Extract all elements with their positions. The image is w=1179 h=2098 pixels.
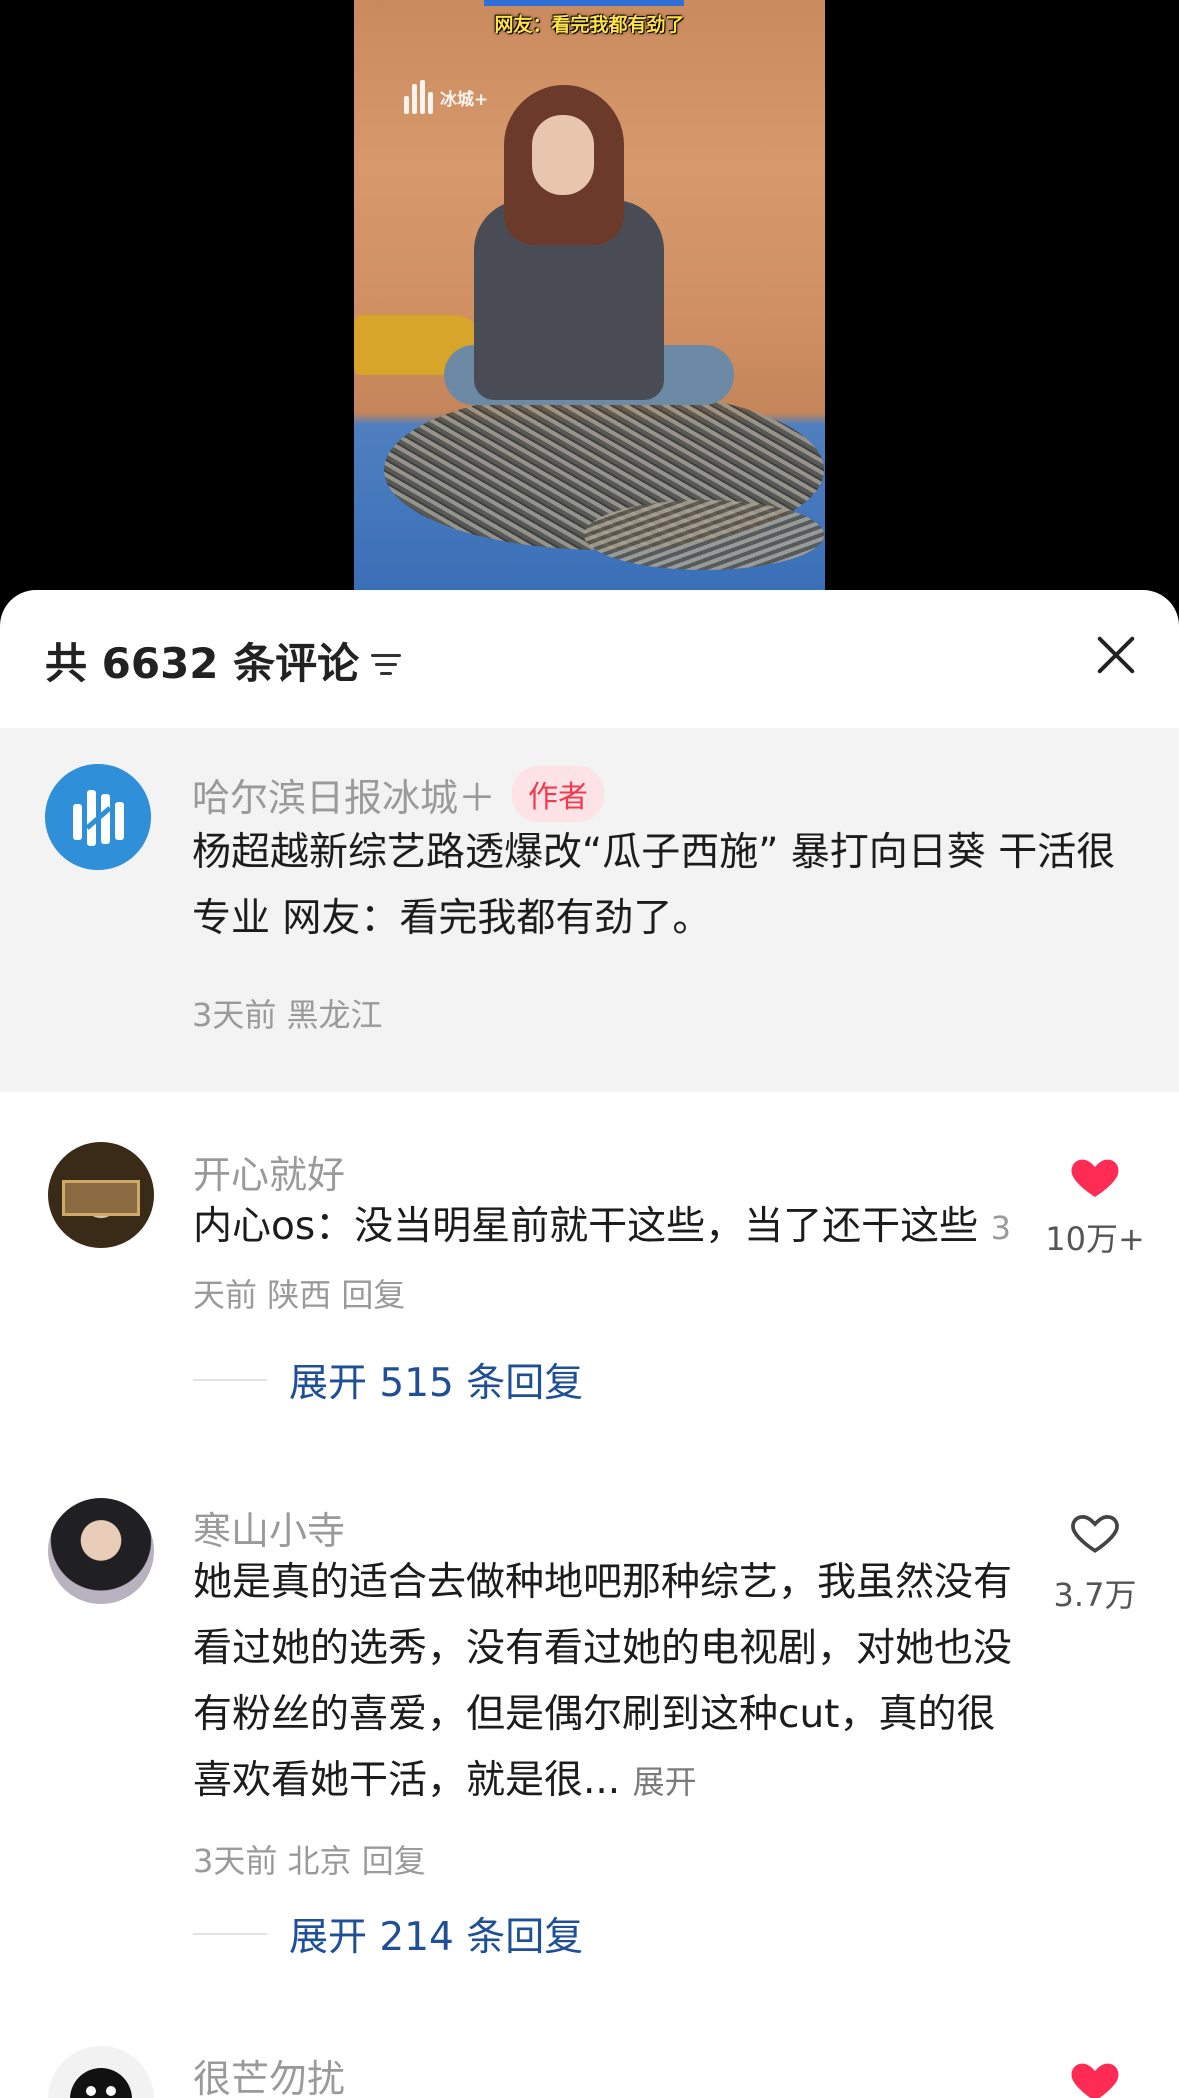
comments-sheet: 共 6632 条评论 哈尔滨日报冰城＋ 作者 杨超越新综艺路透爆改“瓜子西施” … xyxy=(0,590,1179,2098)
author-post-meta: 3天前 黑龙江 xyxy=(192,990,383,1036)
avatar-image xyxy=(70,2068,132,2098)
comment-body: 内心os：没当明星前就干这些，当了还干这些 xyxy=(193,1204,979,1249)
video-caption: 网友：看完我都有劲了 xyxy=(494,14,685,36)
comment-item[interactable]: 开心就好 内心os：没当明星前就干这些，当了还干这些 3天前 陕西 回复 10万… xyxy=(0,1142,1179,1442)
comment-count-label: 共 6632 条评论 xyxy=(45,639,360,688)
expand-replies-label: 展开 515 条回复 xyxy=(289,1361,584,1406)
video-frame[interactable]: 网友：看完我都有劲了 冰城+ xyxy=(354,0,825,590)
comments-header: 共 6632 条评论 xyxy=(0,590,1179,728)
watermark-text: 冰城+ xyxy=(440,89,489,110)
video-player[interactable]: 网友：看完我都有劲了 冰城+ xyxy=(0,0,1179,600)
comment-meta: 3天前 北京 回复 xyxy=(193,1836,426,1882)
comment-location: 北京 xyxy=(287,1842,352,1880)
author-post-text: 杨超越新综艺路透爆改“瓜子西施” 暴打向日葵 干活很专业 网友：看完我都有劲了。 xyxy=(192,830,1116,941)
video-sunflower-seeds-pile xyxy=(584,500,824,570)
expand-replies-button[interactable]: 展开 214 条回复 xyxy=(193,1906,583,1962)
comment-text: 内心os：没当明星前就干这些，当了还干这些 3天前 陕西 回复 xyxy=(193,1194,1023,1328)
watermark-logo-icon xyxy=(404,80,434,114)
comment-count[interactable]: 共 6632 条评论 xyxy=(45,630,405,691)
bingcheng-logo-icon xyxy=(45,764,151,870)
video-person-face xyxy=(532,115,594,195)
expand-text-button[interactable]: 展开 xyxy=(633,1763,697,1801)
author-badge: 作者 xyxy=(512,766,605,822)
avatar-image xyxy=(62,1180,140,1216)
comment-item[interactable]: 很芒勿扰 xyxy=(0,2046,1179,2098)
commenter-avatar[interactable] xyxy=(48,2046,154,2098)
commenter-username[interactable]: 开心就好 xyxy=(193,1144,345,1199)
like-button[interactable] xyxy=(1045,2046,1145,2098)
like-count: 3.7万 xyxy=(1053,1576,1137,1614)
commenter-username[interactable]: 很芒勿扰 xyxy=(193,2048,345,2098)
avatar-eye xyxy=(106,2086,116,2096)
comment-item[interactable]: 寒山小寺 她是真的适合去做种地吧那种综艺，我虽然没有看过她的选秀，没有看过她的电… xyxy=(0,1498,1179,1968)
author-username[interactable]: 哈尔滨日报冰城＋ 作者 xyxy=(192,766,605,822)
commenter-avatar[interactable] xyxy=(48,1498,154,1604)
comment-text: 她是真的适合去做种地吧那种综艺，我虽然没有看过她的选秀，没有看过她的电视剧，对她… xyxy=(193,1550,1023,1815)
like-button[interactable]: 3.7万 xyxy=(1045,1498,1145,1616)
heart-filled-icon xyxy=(1071,1159,1119,1197)
close-icon[interactable] xyxy=(1093,632,1139,678)
author-username-text: 哈尔滨日报冰城＋ xyxy=(192,775,497,820)
like-button[interactable]: 10万+ xyxy=(1045,1142,1145,1260)
comment-body: 她是真的适合去做种地吧那种综艺，我虽然没有看过她的选秀，没有看过她的电视剧，对她… xyxy=(193,1560,1013,1803)
heart-filled-icon xyxy=(1071,2063,1119,2098)
author-avatar[interactable] xyxy=(45,764,151,870)
sort-filter-icon[interactable] xyxy=(371,648,405,678)
heart-outline-icon xyxy=(1071,1514,1119,1553)
author-post-location: 黑龙江 xyxy=(286,996,383,1034)
commenter-username[interactable]: 寒山小寺 xyxy=(193,1500,345,1555)
expand-divider xyxy=(193,1933,267,1935)
comment-location: 陕西 xyxy=(267,1276,332,1314)
video-watermark: 冰城+ xyxy=(404,80,488,114)
author-post[interactable]: 哈尔滨日报冰城＋ 作者 杨超越新综艺路透爆改“瓜子西施” 暴打向日葵 干活很专业… xyxy=(0,728,1179,1092)
expand-replies-label: 展开 214 条回复 xyxy=(289,1915,584,1960)
expand-replies-button[interactable]: 展开 515 条回复 xyxy=(193,1352,583,1408)
like-count: 10万+ xyxy=(1045,1220,1145,1258)
caption-bar xyxy=(484,0,684,6)
avatar-eye xyxy=(86,2086,96,2096)
reply-button[interactable]: 回复 xyxy=(362,1842,426,1880)
comment-time: 3天前 xyxy=(193,1842,278,1880)
commenter-avatar[interactable] xyxy=(48,1142,154,1248)
expand-divider xyxy=(193,1379,267,1381)
reply-button[interactable]: 回复 xyxy=(341,1276,405,1314)
author-post-time: 3天前 xyxy=(192,996,277,1034)
